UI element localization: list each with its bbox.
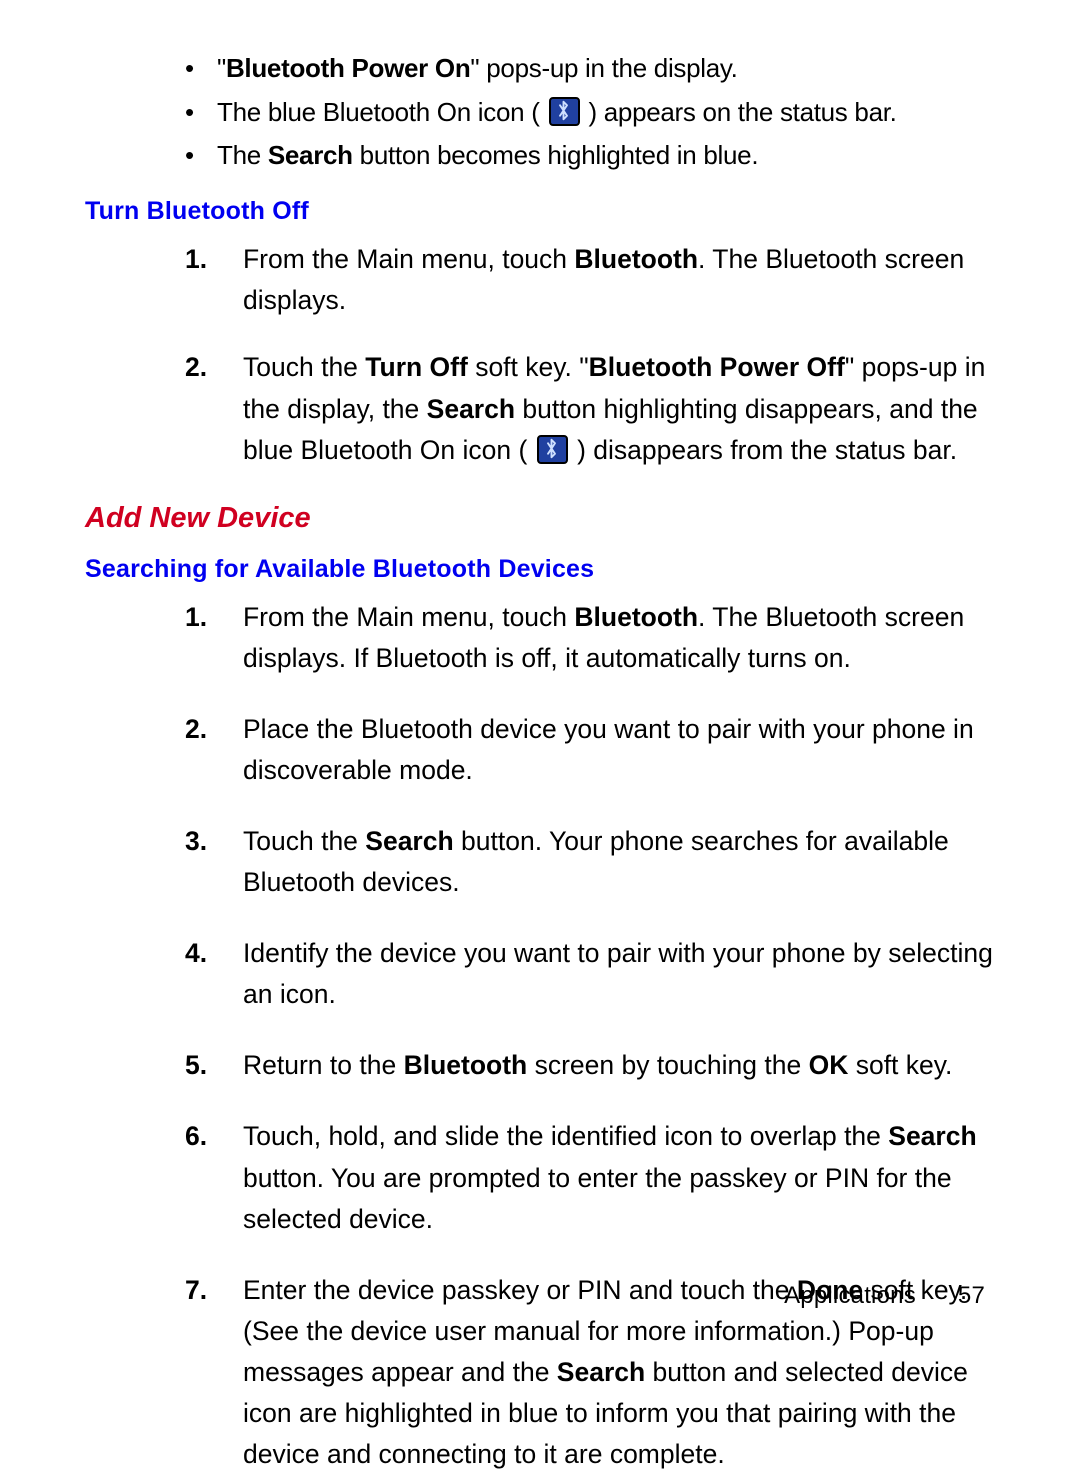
text: Place the Bluetooth device you want to p…: [243, 714, 974, 785]
step-number: 1.: [185, 239, 207, 280]
text: Enter the device passkey or PIN and touc…: [243, 1275, 797, 1305]
text: soft key.: [848, 1050, 952, 1080]
step-item: 3. Touch the Search button. Your phone s…: [185, 821, 995, 903]
heading-searching-devices: Searching for Available Bluetooth Device…: [85, 551, 995, 587]
text-bold: Bluetooth: [574, 244, 698, 274]
text: ) appears on the status bar.: [588, 97, 896, 127]
intro-bullet-list: "Bluetooth Power On" pops-up in the disp…: [85, 50, 995, 175]
heading-add-new-device: Add New Device: [85, 497, 995, 539]
page: "Bluetooth Power On" pops-up in the disp…: [0, 0, 1080, 1368]
text: Touch the: [243, 352, 365, 382]
text: button becomes highlighted in blue.: [353, 140, 759, 170]
step-number: 4.: [185, 933, 207, 974]
text-bold: Search: [557, 1357, 645, 1387]
text: The: [217, 140, 268, 170]
step-number: 5.: [185, 1045, 207, 1086]
step-item: 4. Identify the device you want to pair …: [185, 933, 995, 1015]
footer-page-number: 57: [958, 1282, 985, 1309]
step-number: 3.: [185, 821, 207, 862]
text-bold: Search: [888, 1121, 976, 1151]
text-bold: Bluetooth Power On: [226, 53, 470, 83]
text: soft key. ": [468, 352, 589, 382]
text: Identify the device you want to pair wit…: [243, 938, 993, 1009]
text: Touch the: [243, 826, 365, 856]
text-bold: Search: [268, 140, 353, 170]
text: Touch, hold, and slide the identified ic…: [243, 1121, 888, 1151]
step-item: 2. Touch the Turn Off soft key. "Bluetoo…: [185, 347, 995, 470]
text-bold: Bluetooth: [404, 1050, 528, 1080]
step-item: 5. Return to the Bluetooth screen by tou…: [185, 1045, 995, 1086]
step-item: 2. Place the Bluetooth device you want t…: [185, 709, 995, 791]
bluetooth-on-icon: [549, 97, 580, 126]
text: screen by touching the: [527, 1050, 808, 1080]
text: Return to the: [243, 1050, 404, 1080]
text: ": [217, 53, 226, 83]
text: ) disappears from the status bar.: [577, 435, 957, 465]
bullet-item: "Bluetooth Power On" pops-up in the disp…: [185, 50, 995, 88]
text-bold: OK: [809, 1050, 849, 1080]
step-number: 6.: [185, 1116, 207, 1157]
step-item: 1. From the Main menu, touch Bluetooth. …: [185, 597, 995, 679]
text: From the Main menu, touch: [243, 244, 574, 274]
step-number: 2.: [185, 347, 207, 388]
page-content: "Bluetooth Power On" pops-up in the disp…: [85, 50, 995, 1475]
bullet-item: The blue Bluetooth On icon ( ) appears o…: [185, 94, 995, 132]
step-item: 1. From the Main menu, touch Bluetooth. …: [185, 239, 995, 321]
footer-section: Applications: [784, 1282, 916, 1309]
text-bold: Turn Off: [365, 352, 468, 382]
text: The blue Bluetooth On icon (: [217, 97, 540, 127]
turn-off-steps: 1. From the Main menu, touch Bluetooth. …: [85, 239, 995, 470]
text-bold: Bluetooth: [574, 602, 698, 632]
search-steps: 1. From the Main menu, touch Bluetooth. …: [85, 597, 995, 1475]
text-bold: Search: [427, 394, 515, 424]
bullet-item: The Search button becomes highlighted in…: [185, 137, 995, 175]
text: button. You are prompted to enter the pa…: [243, 1163, 952, 1234]
page-footer: Applications 57: [784, 1282, 985, 1310]
bluetooth-on-icon: [537, 435, 568, 464]
text: " pops-up in the display.: [470, 53, 737, 83]
step-item: 6. Touch, hold, and slide the identified…: [185, 1116, 995, 1239]
step-number: 7.: [185, 1270, 207, 1311]
step-number: 1.: [185, 597, 207, 638]
text-bold: Bluetooth Power Off: [589, 352, 845, 382]
step-number: 2.: [185, 709, 207, 750]
text-bold: Search: [365, 826, 453, 856]
text: From the Main menu, touch: [243, 602, 574, 632]
heading-turn-bluetooth-off: Turn Bluetooth Off: [85, 193, 995, 229]
